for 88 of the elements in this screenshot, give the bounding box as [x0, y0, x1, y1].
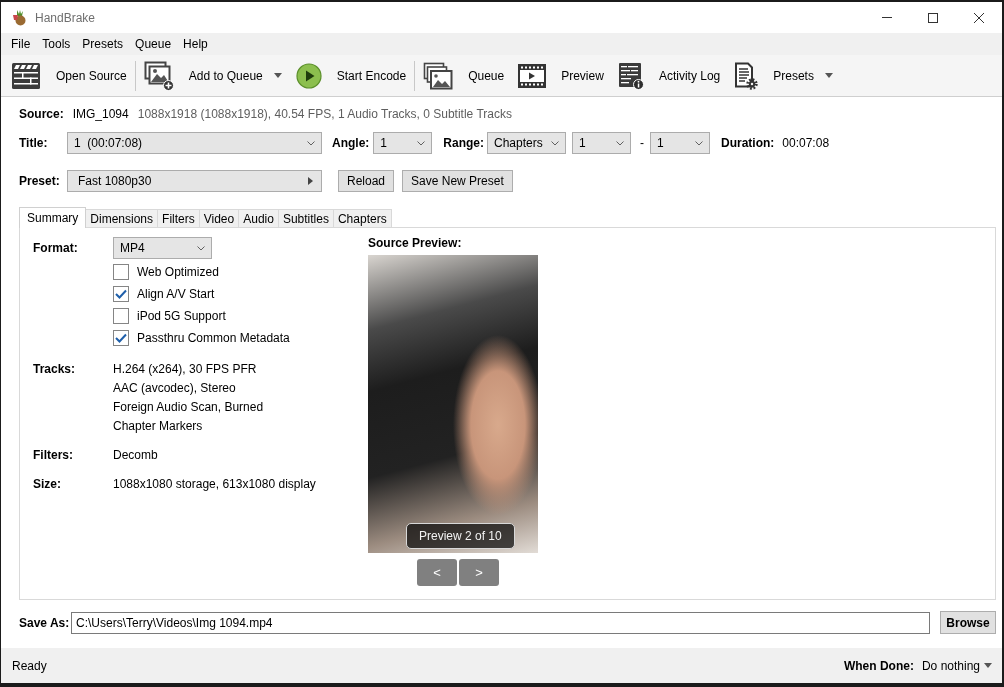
field-label: Save As: — [19, 615, 71, 630]
checkbox[interactable] — [113, 308, 129, 324]
preview-title: Source Preview: — [368, 235, 463, 251]
field-label: Range: — [443, 136, 484, 150]
toolbar-button[interactable]: Activity Log — [610, 57, 728, 94]
summary-value: H.264 (x264), 30 FPS PFR — [113, 361, 258, 378]
tab[interactable]: Chapters — [332, 209, 392, 227]
field-label: Source: — [19, 107, 64, 121]
toolbar-button[interactable]: Open Source — [4, 57, 134, 94]
checkbox[interactable] — [113, 286, 129, 302]
field-label: When Done: — [843, 658, 914, 673]
reload-button[interactable]: Reload — [338, 170, 395, 192]
checkbox-label[interactable]: Passthru Common Metadata — [137, 331, 290, 345]
range-start-dropdown[interactable]: 1 — [572, 132, 631, 154]
status-text: Ready — [12, 658, 47, 673]
chevron-icon — [307, 140, 315, 146]
maximize-icon — [928, 12, 938, 23]
triangle-right-icon — [308, 177, 313, 185]
checkbox-label[interactable]: iPod 5G Support — [137, 309, 226, 323]
previous-button[interactable]: < — [417, 559, 457, 586]
play-icon — [295, 62, 322, 89]
summary-value: Decomb — [113, 447, 158, 464]
image-stack-icon — [423, 61, 454, 90]
checkbox[interactable] — [113, 330, 129, 346]
film-play-icon — [518, 63, 547, 88]
toolbar-button[interactable]: Presets — [727, 57, 840, 94]
field-label: Tracks: — [33, 361, 77, 378]
toolbar-button[interactable]: Start Encode — [288, 57, 414, 94]
checkmark-icon — [115, 333, 127, 343]
checkmark-icon — [115, 289, 127, 299]
image-plus-icon — [143, 60, 174, 91]
minimize-icon — [882, 17, 892, 18]
checkbox-label[interactable]: Web Optimized — [137, 265, 219, 279]
field-label: Duration: — [721, 136, 775, 150]
tab[interactable]: Summary — [19, 207, 87, 228]
menu-item[interactable]: Presets — [76, 33, 130, 55]
range-end-dropdown[interactable]: 1 — [650, 132, 710, 154]
menu-item[interactable]: Queue — [129, 33, 178, 55]
source-details: 1088x1918 (1088x1918), 40.54 FPS, 1 Audio Tracks, 0 Subtitle Tracks — [137, 107, 512, 121]
source-name: IMG_1094 — [72, 107, 129, 121]
checkbox[interactable] — [113, 264, 129, 280]
app-logo-icon — [12, 9, 28, 26]
menu-item[interactable]: Help — [177, 33, 214, 55]
field-label: Angle: — [332, 136, 370, 150]
save-path-field[interactable]: C:\Users\Terry\Videos\Img 1094.mp4 — [71, 611, 930, 634]
title-dropdown[interactable]: 1 (00:07:08) — [67, 132, 322, 154]
summary-value: AAC (avcodec), Stereo — [113, 380, 237, 397]
chevron-icon — [417, 140, 426, 146]
checkbox-label[interactable]: Align A/V Start — [137, 287, 215, 301]
chevron-icon — [616, 140, 624, 146]
tab[interactable]: Audio — [238, 209, 279, 227]
tab[interactable]: Filters — [157, 209, 200, 227]
close-icon — [974, 12, 984, 23]
field-label: Title: — [19, 136, 49, 150]
caret-icon — [984, 663, 992, 668]
field-label: Format: — [33, 241, 79, 255]
field-label: Preset: — [19, 174, 61, 188]
chevron-icon — [695, 140, 703, 146]
menu-item[interactable]: Tools — [36, 33, 77, 55]
chevron-icon — [197, 245, 205, 251]
range-separator: - — [640, 136, 644, 150]
preset-selector[interactable]: Fast 1080p30 — [67, 170, 322, 192]
toolbar-button[interactable]: Preview — [511, 57, 611, 94]
save-new-preset-button[interactable]: Save New Preset — [402, 170, 513, 192]
toolbar-button[interactable]: Queue — [416, 57, 512, 94]
toolbar-button[interactable]: Add to Queue — [136, 57, 289, 94]
preview-caption: Preview 2 of 10 — [406, 523, 515, 549]
format-dropdown[interactable]: MP4 — [113, 237, 212, 259]
when-done-dropdown[interactable]: Do nothing — [921, 658, 992, 673]
field-label: Size: — [33, 476, 62, 493]
next-button[interactable]: > — [459, 559, 499, 586]
field-label: Filters: — [33, 447, 74, 464]
tab[interactable]: Subtitles — [277, 209, 334, 227]
window-title: HandBrake — [35, 10, 96, 25]
chevron-icon — [551, 140, 559, 146]
tab[interactable]: Video — [198, 209, 240, 227]
tab[interactable]: Dimensions — [85, 209, 159, 227]
summary-value: Chapter Markers — [113, 418, 204, 435]
log-info-icon — [617, 61, 644, 90]
document-gear-icon — [734, 61, 759, 90]
duration-value: 00:07:08 — [782, 136, 830, 150]
summary-value: 1088x1080 storage, 613x1080 display — [113, 476, 316, 493]
clapperboard-icon — [11, 61, 41, 90]
angle-dropdown[interactable]: 1 — [373, 132, 433, 154]
menu-item[interactable]: File — [5, 33, 37, 55]
browse-button[interactable]: Browse — [940, 611, 996, 634]
summary-value: Foreign Audio Scan, Burned — [113, 399, 264, 416]
range-type-dropdown[interactable]: Chapters — [487, 132, 566, 154]
